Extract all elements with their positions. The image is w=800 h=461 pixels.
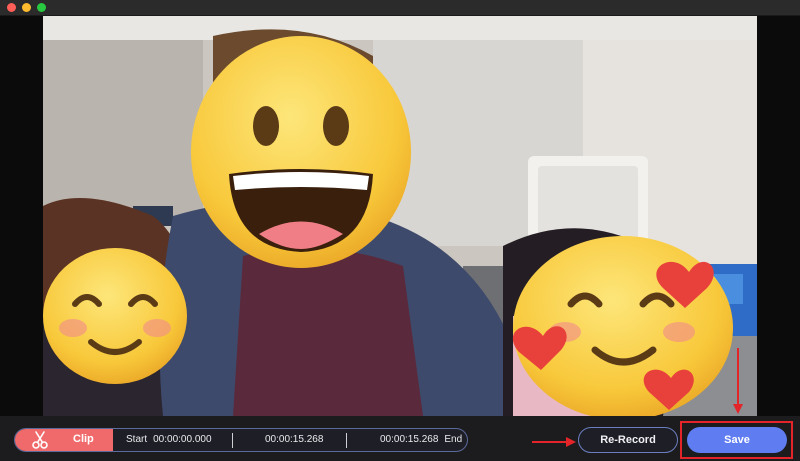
clip-button[interactable]: Clip (15, 429, 113, 451)
start-label: Start (126, 434, 148, 445)
start-time-field[interactable]: Start 00:00:00.000 (126, 434, 212, 445)
app-window: Clip Start 00:00:00.000 00:00:15.268 00:0… (0, 0, 800, 461)
maximize-window-button[interactable] (37, 3, 46, 12)
end-time-field[interactable]: 00:00:15.268 End (380, 434, 462, 445)
smiling-face-emoji-icon (43, 248, 187, 384)
end-time-value: 00:00:15.268 (380, 434, 439, 445)
title-bar (0, 0, 800, 16)
smiling-face-with-hearts-emoji-icon (512, 236, 733, 416)
clip-timeline-bar: Clip Start 00:00:00.000 00:00:15.268 00:0… (14, 428, 468, 452)
divider (232, 433, 233, 448)
divider (346, 433, 347, 448)
minimize-window-button[interactable] (22, 3, 31, 12)
clip-label: Clip (73, 433, 94, 445)
duration-time-value: 00:00:15.268 (265, 434, 324, 445)
scissors-icon (29, 429, 51, 451)
end-label: End (444, 434, 463, 445)
video-preview (43, 16, 757, 416)
start-time-value: 00:00:00.000 (153, 434, 212, 445)
grinning-face-emoji-icon (191, 36, 411, 268)
arrow-right-icon (532, 437, 576, 447)
rerecord-button[interactable]: Re-Record (578, 427, 678, 453)
close-window-button[interactable] (7, 3, 16, 12)
save-highlight-box (680, 421, 793, 459)
arrow-down-icon (733, 348, 743, 414)
